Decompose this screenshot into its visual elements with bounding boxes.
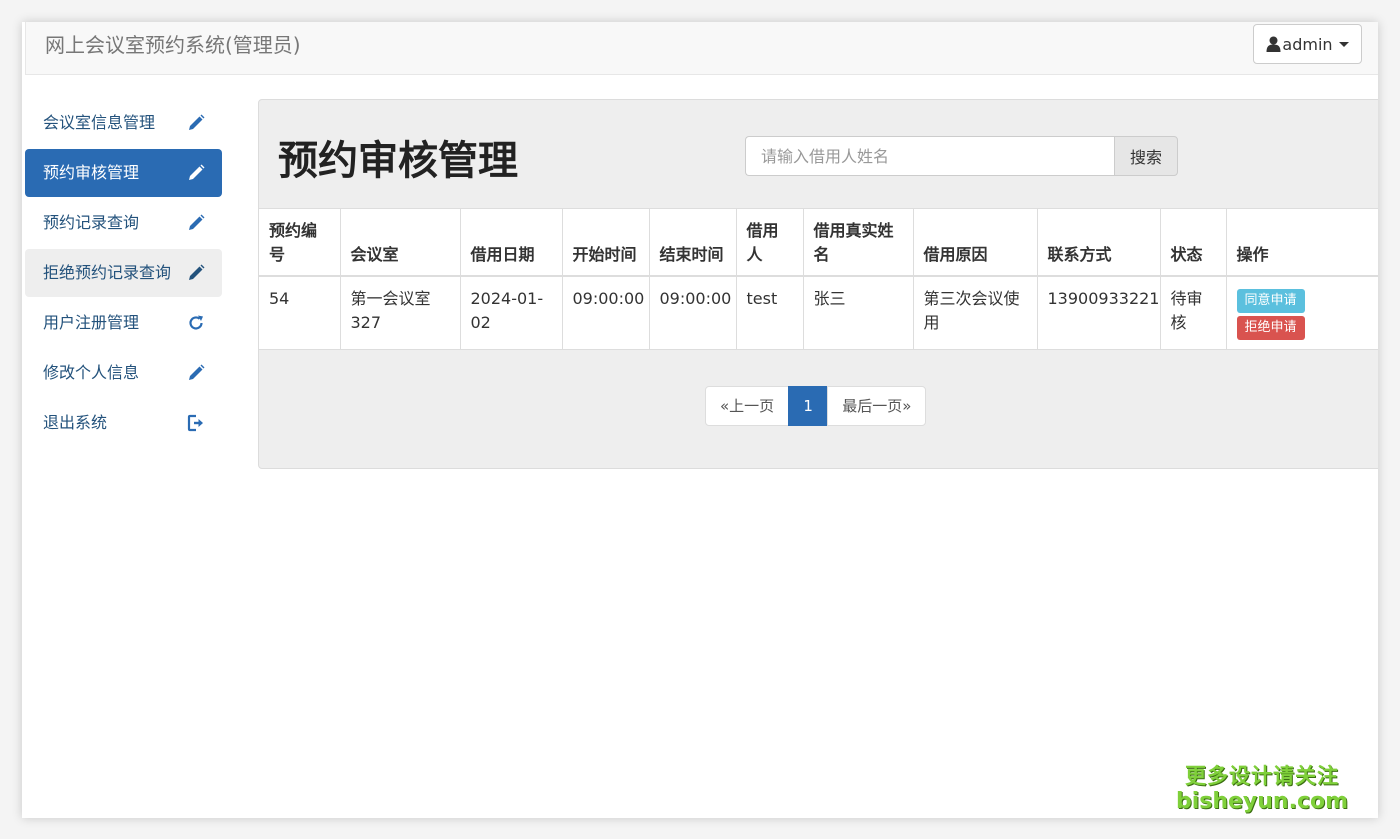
column-header: 借用原因 [913,209,1038,277]
sidebar-item-rejected-records[interactable]: 拒绝预约记录查询 [25,249,222,297]
search-button[interactable]: 搜索 [1114,136,1178,176]
cell-id: 54 [259,276,341,349]
logout-icon [186,413,206,433]
cell-reason: 第三次会议使用 [913,276,1038,349]
sidebar-item-reservation-records[interactable]: 预约记录查询 [25,199,222,247]
sidebar-item-label: 拒绝预约记录查询 [43,263,172,282]
column-header: 会议室 [340,209,461,277]
cell-status: 待审核 [1160,276,1227,349]
main-panel: 预约审核管理 搜索 预约编号 会议室 借用日期 开始时间 结束时间 借用人 [258,99,1378,469]
reject-button[interactable]: 拒绝申请 [1236,316,1305,340]
sidebar-item-logout[interactable]: 退出系统 [25,399,222,447]
sidebar-item-label: 退出系统 [43,413,108,432]
table-row: 54 第一会议室327 2024-01-02 09:00:00 09:00:00… [259,276,1378,349]
pencil-icon [186,213,206,233]
sidebar-item-edit-profile[interactable]: 修改个人信息 [25,349,222,397]
pencil-icon [186,363,206,383]
column-header: 操作 [1226,209,1378,277]
search-group: 搜索 [745,136,1178,176]
column-header: 预约编号 [259,209,341,277]
sidebar-item-label: 会议室信息管理 [43,113,156,132]
watermark: 更多设计请关注 bisheyun.com [1172,763,1352,815]
page-link-current[interactable]: 1 [788,386,829,426]
sidebar-item-label: 预约审核管理 [43,163,140,182]
pencil-icon [186,263,206,283]
app-window: 网上会议室预约系统(管理员) admin 会议室信息管理 预约审核管理 预约记录… [22,22,1378,818]
top-navbar: 网上会议室预约系统(管理员) admin [25,22,1378,75]
column-header: 状态 [1160,209,1227,277]
cell-start-time: 09:00:00 [562,276,650,349]
sidebar-item-label: 修改个人信息 [43,363,140,382]
user-menu-button[interactable]: admin [1253,24,1362,64]
pencil-icon [186,163,206,183]
refresh-icon [186,313,206,333]
watermark-line-1: 更多设计请关注 [1185,764,1339,788]
user-menu-label: admin [1282,34,1333,54]
cell-date: 2024-01-02 [460,276,563,349]
prev-page-link[interactable]: «上一页 [705,386,790,426]
sidebar-item-label: 预约记录查询 [43,213,140,232]
column-header: 借用人 [736,209,804,277]
cell-user: test [736,276,804,349]
sidebar: 会议室信息管理 预约审核管理 预约记录查询 拒绝预约记录查询 用户注册管理 修改… [25,99,222,449]
column-header: 开始时间 [562,209,650,277]
pencil-icon [186,113,206,133]
user-icon [1266,36,1281,52]
sidebar-item-reservation-review[interactable]: 预约审核管理 [25,149,222,197]
sidebar-item-label: 用户注册管理 [43,313,140,332]
table-header-row: 预约编号 会议室 借用日期 开始时间 结束时间 借用人 借用真实姓名 借用原因 … [259,209,1378,277]
column-header: 联系方式 [1037,209,1161,277]
sidebar-item-user-registration[interactable]: 用户注册管理 [25,299,222,347]
cell-end-time: 09:00:00 [649,276,737,349]
brand-title[interactable]: 网上会议室预约系统(管理员) [45,32,301,58]
column-header: 结束时间 [649,209,737,277]
last-page-link[interactable]: 最后一页» [827,386,927,426]
page-title: 预约审核管理 [278,138,518,184]
watermark-line-2: bisheyun.com [1175,789,1349,814]
column-header: 借用真实姓名 [803,209,914,277]
cell-actions: 同意申请 拒绝申请 [1226,276,1378,349]
approve-button[interactable]: 同意申请 [1236,289,1305,313]
reservation-table: 预约编号 会议室 借用日期 开始时间 结束时间 借用人 借用真实姓名 借用原因 … [259,208,1378,350]
column-header: 借用日期 [460,209,563,277]
pagination: «上一页 1 最后一页» [705,386,927,426]
cell-real-name: 张三 [803,276,914,349]
cell-room: 第一会议室327 [340,276,461,349]
cell-phone: 13900933221 [1037,276,1161,349]
caret-down-icon [1338,41,1349,47]
sidebar-item-room-info[interactable]: 会议室信息管理 [25,99,222,147]
search-input[interactable] [745,136,1114,176]
